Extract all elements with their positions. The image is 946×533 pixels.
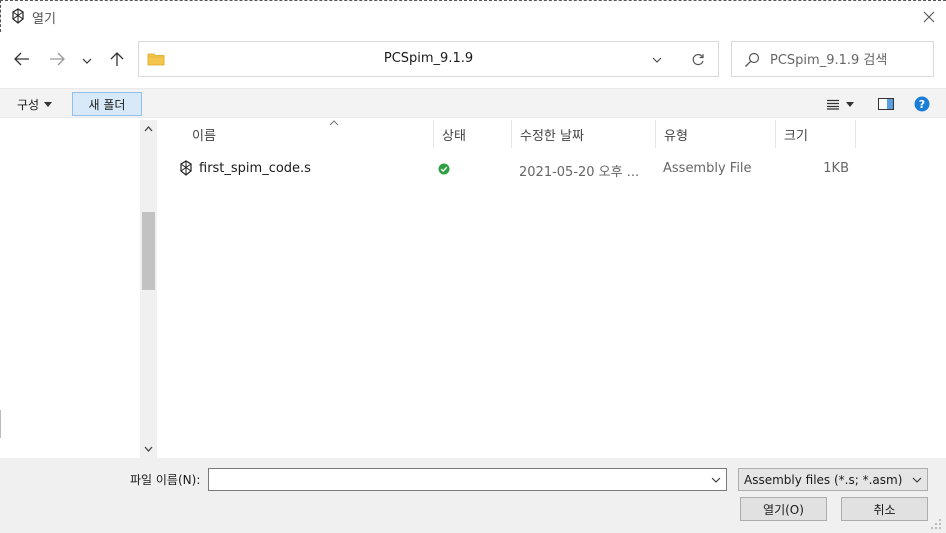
open-button[interactable]: 열기(O) bbox=[740, 497, 827, 521]
filetype-selected: Assembly files (*.s; *.asm) bbox=[744, 472, 903, 487]
chevron-down-icon bbox=[912, 477, 922, 483]
forward-button[interactable] bbox=[44, 46, 70, 72]
column-header-size[interactable]: 크기 bbox=[776, 120, 856, 148]
synced-check-icon bbox=[438, 163, 450, 175]
search-icon bbox=[744, 52, 760, 68]
assembly-file-icon bbox=[178, 160, 194, 176]
search-input[interactable] bbox=[770, 49, 928, 71]
file-modified: 2021-05-20 오후 ... bbox=[519, 165, 640, 180]
refresh-icon bbox=[692, 53, 704, 66]
folder-icon bbox=[147, 52, 165, 66]
file-row[interactable]: first_spim_code.s 2021-05-20 오후 ... Asse… bbox=[180, 155, 904, 181]
column-header-status[interactable]: 상태 bbox=[434, 120, 512, 148]
address-bar[interactable]: PCSpim_9.1.9 bbox=[138, 41, 719, 77]
title-bar: 열기 bbox=[0, 0, 946, 32]
file-type: Assembly File bbox=[663, 161, 752, 176]
arrow-left-icon bbox=[14, 52, 29, 66]
help-button[interactable]: ? bbox=[910, 94, 934, 114]
address-path: PCSpim_9.1.9 bbox=[383, 51, 474, 66]
filename-dropdown-button[interactable] bbox=[707, 471, 725, 489]
search-box[interactable] bbox=[731, 41, 934, 77]
recent-locations-button[interactable] bbox=[78, 48, 96, 74]
column-header-modified[interactable]: 수정한 날짜 bbox=[512, 120, 656, 148]
column-header-type[interactable]: 유형 bbox=[656, 120, 776, 148]
preview-pane-button[interactable] bbox=[874, 94, 898, 114]
window-title: 열기 bbox=[32, 12, 56, 27]
sort-ascending-icon bbox=[329, 120, 339, 126]
details-view-icon bbox=[827, 99, 839, 110]
scroll-down-button[interactable] bbox=[140, 440, 157, 458]
file-name: first_spim_code.s bbox=[199, 161, 311, 176]
app-icon bbox=[10, 8, 26, 24]
address-dropdown-button[interactable] bbox=[647, 51, 667, 69]
svg-text:?: ? bbox=[919, 98, 925, 111]
chevron-down-icon bbox=[82, 58, 92, 64]
preview-pane-icon bbox=[878, 98, 894, 110]
chevron-up-icon bbox=[144, 126, 153, 132]
close-button[interactable] bbox=[911, 1, 946, 33]
organize-button[interactable]: 구성 bbox=[11, 93, 58, 115]
bottom-panel: 파일 이름(N): Assembly files (*.s; *.asm) 열기… bbox=[0, 458, 946, 533]
filetype-select[interactable]: Assembly files (*.s; *.asm) bbox=[738, 468, 928, 491]
back-button[interactable] bbox=[9, 46, 35, 72]
navigation-scrollbar[interactable] bbox=[140, 120, 157, 458]
caret-down-icon bbox=[846, 101, 854, 107]
filename-label: 파일 이름(N): bbox=[130, 473, 201, 487]
organize-label: 구성 bbox=[17, 97, 40, 112]
up-button[interactable] bbox=[104, 46, 130, 72]
column-name-label: 이름 bbox=[192, 128, 216, 144]
resize-grip-icon[interactable] bbox=[930, 518, 942, 530]
file-size: 1KB bbox=[823, 161, 849, 176]
chevron-down-icon bbox=[711, 477, 721, 483]
arrow-up-icon bbox=[110, 52, 124, 66]
filetype-dropdown-button[interactable] bbox=[909, 472, 925, 488]
caret-down-icon bbox=[44, 101, 53, 107]
help-icon: ? bbox=[914, 96, 930, 112]
filename-combobox[interactable] bbox=[208, 468, 727, 491]
cancel-button[interactable]: 취소 bbox=[841, 497, 928, 521]
chevron-down-icon bbox=[144, 446, 153, 452]
filename-input[interactable] bbox=[209, 469, 704, 490]
refresh-button[interactable] bbox=[687, 50, 709, 70]
file-list[interactable]: 이름 상태 수정한 날짜 유형 크기 first_spim_code.s 202… bbox=[158, 120, 946, 458]
column-header-name[interactable]: 이름 bbox=[184, 120, 434, 148]
close-icon bbox=[923, 11, 935, 23]
new-folder-button[interactable]: 새 폴더 bbox=[72, 92, 142, 116]
scroll-thumb[interactable] bbox=[142, 212, 155, 290]
pane-edge bbox=[0, 410, 3, 438]
command-toolbar: 구성 새 폴더 ? bbox=[0, 88, 946, 118]
navigation-pane[interactable] bbox=[0, 120, 140, 458]
change-view-button[interactable] bbox=[820, 94, 860, 114]
scroll-up-button[interactable] bbox=[140, 120, 157, 138]
arrow-right-icon bbox=[50, 52, 65, 66]
chevron-down-icon bbox=[652, 57, 662, 63]
